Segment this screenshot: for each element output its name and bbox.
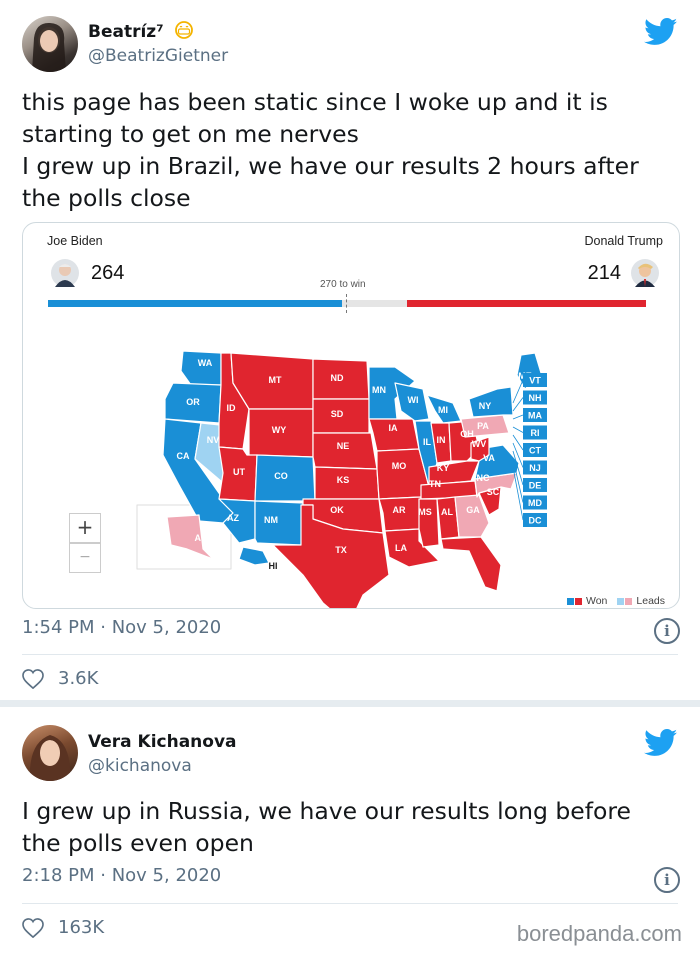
- info-icon[interactable]: i: [654, 867, 680, 893]
- state-label-ca: CA: [177, 451, 190, 461]
- state-label-wa: WA: [198, 358, 213, 368]
- state-label-al: AL: [441, 507, 453, 517]
- ne-box-label-ri: RI: [531, 428, 540, 438]
- state-label-ga: GA: [466, 505, 480, 515]
- won-dem-swatch: [566, 597, 574, 605]
- heart-icon: [22, 668, 44, 689]
- state-label-va: VA: [483, 453, 495, 463]
- state-label-id: ID: [227, 403, 237, 413]
- state-label-sc: SC: [487, 487, 500, 497]
- mask-emoji-icon: [174, 21, 193, 39]
- state-label-hi: HI: [269, 561, 278, 571]
- like-button[interactable]: 163K: [22, 917, 104, 938]
- avatar-photo: [32, 22, 66, 72]
- state-label-az: AZ: [227, 513, 239, 523]
- avatar-photo: [29, 735, 71, 781]
- tweet-card: Vera Kichanova @kichanova I grew up in R…: [0, 707, 700, 957]
- like-button[interactable]: 3.6K: [22, 668, 98, 689]
- state-label-wy: WY: [272, 425, 287, 435]
- state-wa[interactable]: [180, 350, 222, 386]
- tweet-separator: [0, 700, 700, 707]
- twitter-bird-icon[interactable]: [644, 729, 678, 757]
- state-label-ok: OK: [330, 505, 344, 515]
- heart-icon: [22, 917, 44, 938]
- divider: [22, 654, 678, 655]
- state-label-tn: TN: [429, 479, 441, 489]
- state-label-ia: IA: [389, 423, 399, 433]
- ne-box-label-vt: VT: [529, 376, 541, 386]
- state-label-mt: MT: [269, 375, 282, 385]
- state-label-ut: UT: [233, 467, 245, 477]
- watermark: boredpanda.com: [516, 921, 682, 946]
- ne-box-label-nj: NJ: [529, 463, 541, 473]
- state-label-ms: MS: [418, 507, 432, 517]
- won-rep-swatch: [574, 597, 582, 605]
- tweet-timestamp[interactable]: 2:18 PM · Nov 5, 2020: [22, 865, 221, 886]
- state-label-tx: TX: [335, 545, 347, 555]
- ne-box-label-dc: DC: [529, 516, 542, 526]
- state-ne[interactable]: [312, 432, 378, 470]
- like-count: 3.6K: [58, 668, 99, 689]
- avatar[interactable]: [22, 725, 78, 781]
- state-label-il: IL: [423, 437, 432, 447]
- ne-connector: [512, 434, 524, 451]
- display-name-text: Beatríz⁷: [88, 22, 164, 42]
- like-count: 163K: [58, 917, 105, 938]
- tweet-timestamp[interactable]: 1:54 PM · Nov 5, 2020: [22, 617, 221, 638]
- ne-connector: [512, 466, 524, 521]
- state-label-wv: WV: [472, 439, 487, 449]
- ne-box-label-nh: NH: [529, 393, 542, 403]
- ne-box-label-ct: CT: [529, 446, 541, 456]
- ne-box-label-de: DE: [529, 481, 542, 491]
- avatar[interactable]: [22, 16, 78, 72]
- state-label-co: CO: [274, 471, 288, 481]
- state-label-nv: NV: [207, 435, 220, 445]
- us-map[interactable]: WA OR CA NV ID MT WY UT AZ CO NM ND SD NE KS OK TX MN IA MO…: [23, 223, 679, 608]
- tweet-card: Beatríz⁷ @BeatrizGietner this page has b…: [0, 0, 700, 700]
- state-hi[interactable]: [238, 546, 270, 566]
- tweet-text: I grew up in Russia, we have our results…: [22, 797, 632, 857]
- state-label-nm: NM: [264, 515, 278, 525]
- state-label-fl: FL: [486, 537, 497, 547]
- state-label-ks: KS: [337, 475, 350, 485]
- legend-won-label: Won: [585, 595, 608, 607]
- state-label-nd: ND: [331, 373, 344, 383]
- state-label-la: LA: [395, 543, 407, 553]
- state-label-or: OR: [186, 397, 200, 407]
- handle[interactable]: @BeatrizGietner: [88, 46, 228, 66]
- display-name[interactable]: Vera Kichanova: [88, 732, 237, 752]
- state-label-mi: MI: [438, 405, 448, 415]
- leads-rep-swatch: [625, 597, 633, 605]
- map-legend: Won Leads: [566, 595, 665, 607]
- leads-dem-swatch: [617, 597, 625, 605]
- info-icon[interactable]: i: [654, 618, 680, 644]
- state-label-wi: WI: [408, 395, 419, 405]
- handle[interactable]: @kichanova: [88, 756, 192, 776]
- zoom-in-button[interactable]: +: [69, 513, 101, 543]
- state-label-mo: MO: [392, 461, 407, 471]
- tweet-text: this page has been static since I woke u…: [22, 88, 639, 212]
- state-label-ak: AK: [195, 533, 208, 543]
- state-label-mn: MN: [372, 385, 386, 395]
- state-label-ne: NE: [337, 441, 350, 451]
- twitter-bird-icon[interactable]: [644, 18, 678, 46]
- state-label-sd: SD: [331, 409, 344, 419]
- ne-box-label-ma: MA: [528, 411, 542, 421]
- state-label-ky: KY: [437, 463, 450, 473]
- ne-box-label-md: MD: [528, 498, 542, 508]
- state-nm[interactable]: [254, 500, 304, 546]
- state-label-pa: PA: [477, 421, 489, 431]
- state-label-oh: OH: [460, 429, 474, 439]
- state-label-nc: NC: [477, 473, 490, 483]
- state-label-in: IN: [437, 435, 446, 445]
- divider: [22, 903, 678, 904]
- election-card[interactable]: Joe Biden Donald Trump 264 214 270 to wi…: [22, 222, 680, 609]
- ne-connector: [512, 426, 524, 433]
- state-label-ny: NY: [479, 401, 492, 411]
- state-label-ar: AR: [393, 505, 406, 515]
- ne-connector: [512, 414, 524, 420]
- legend-leads-label: Leads: [636, 595, 665, 607]
- display-name[interactable]: Beatríz⁷: [88, 20, 194, 42]
- zoom-out-button[interactable]: −: [69, 543, 101, 573]
